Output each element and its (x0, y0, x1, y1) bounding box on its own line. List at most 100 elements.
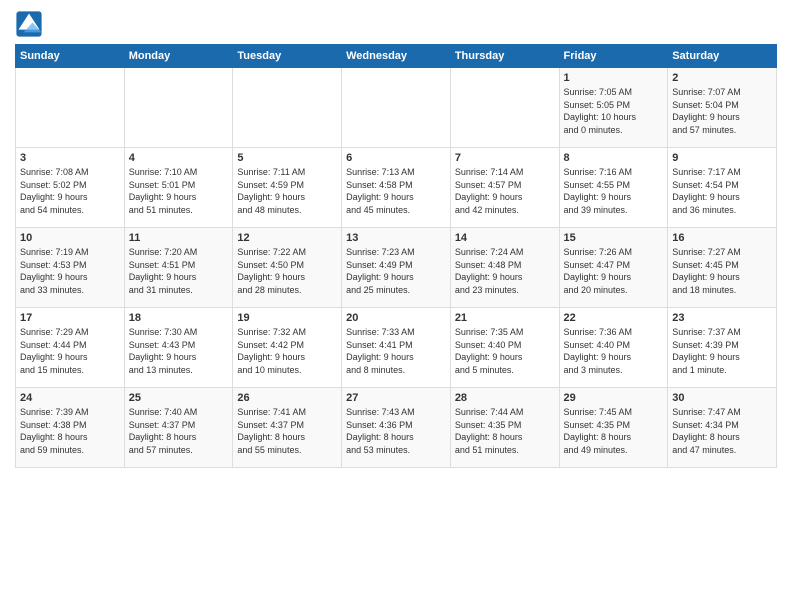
calendar-cell: 21 Sunrise: 7:35 AMSunset: 4:40 PMDayligh… (450, 308, 559, 388)
calendar-cell: 29 Sunrise: 7:45 AMSunset: 4:35 PMDayligh… (559, 388, 668, 468)
calendar-cell: 20 Sunrise: 7:33 AMSunset: 4:41 PMDayligh… (342, 308, 451, 388)
calendar-cell: 30 Sunrise: 7:47 AMSunset: 4:34 PMDayligh… (668, 388, 777, 468)
logo (15, 10, 47, 38)
day-number: 24 (20, 392, 120, 404)
day-detail: Sunrise: 7:32 AMSunset: 4:42 PMDaylight:… (237, 326, 337, 376)
calendar-cell: 12 Sunrise: 7:22 AMSunset: 4:50 PMDayligh… (233, 228, 342, 308)
calendar-cell: 4 Sunrise: 7:10 AMSunset: 5:01 PMDaylight… (124, 148, 233, 228)
day-detail: Sunrise: 7:17 AMSunset: 4:54 PMDaylight:… (672, 166, 772, 216)
logo-icon (15, 10, 43, 38)
calendar-cell: 16 Sunrise: 7:27 AMSunset: 4:45 PMDayligh… (668, 228, 777, 308)
day-detail: Sunrise: 7:19 AMSunset: 4:53 PMDaylight:… (20, 246, 120, 296)
col-header-saturday: Saturday (668, 45, 777, 68)
calendar-cell (16, 68, 125, 148)
calendar-cell: 1 Sunrise: 7:05 AMSunset: 5:05 PMDaylight… (559, 68, 668, 148)
day-detail: Sunrise: 7:10 AMSunset: 5:01 PMDaylight:… (129, 166, 229, 216)
day-detail: Sunrise: 7:33 AMSunset: 4:41 PMDaylight:… (346, 326, 446, 376)
day-detail: Sunrise: 7:07 AMSunset: 5:04 PMDaylight:… (672, 86, 772, 136)
col-header-wednesday: Wednesday (342, 45, 451, 68)
day-detail: Sunrise: 7:47 AMSunset: 4:34 PMDaylight:… (672, 406, 772, 456)
calendar-cell: 11Sunrise: 7:20 AMSunset: 4:51 PMDayligh… (124, 228, 233, 308)
day-number: 22 (564, 312, 664, 324)
calendar-cell: 9 Sunrise: 7:17 AMSunset: 4:54 PMDaylight… (668, 148, 777, 228)
col-header-tuesday: Tuesday (233, 45, 342, 68)
day-detail: Sunrise: 7:45 AMSunset: 4:35 PMDaylight:… (564, 406, 664, 456)
col-header-sunday: Sunday (16, 45, 125, 68)
calendar-cell: 14 Sunrise: 7:24 AMSunset: 4:48 PMDayligh… (450, 228, 559, 308)
day-detail: Sunrise: 7:29 AMSunset: 4:44 PMDaylight:… (20, 326, 120, 376)
calendar-cell: 25 Sunrise: 7:40 AMSunset: 4:37 PMDayligh… (124, 388, 233, 468)
calendar-cell (124, 68, 233, 148)
day-number: 19 (237, 312, 337, 324)
day-number: 29 (564, 392, 664, 404)
day-number: 20 (346, 312, 446, 324)
day-number: 27 (346, 392, 446, 404)
day-number: 14 (455, 232, 555, 244)
day-number: 16 (672, 232, 772, 244)
day-detail: Sunrise: 7:44 AMSunset: 4:35 PMDaylight:… (455, 406, 555, 456)
calendar-cell: 19 Sunrise: 7:32 AMSunset: 4:42 PMDayligh… (233, 308, 342, 388)
day-detail: Sunrise: 7:41 AMSunset: 4:37 PMDaylight:… (237, 406, 337, 456)
day-number: 18 (129, 312, 229, 324)
day-number: 25 (129, 392, 229, 404)
day-number: 7 (455, 152, 555, 164)
day-detail: Sunrise: 7:05 AMSunset: 5:05 PMDaylight:… (564, 86, 664, 136)
calendar-cell: 28 Sunrise: 7:44 AMSunset: 4:35 PMDayligh… (450, 388, 559, 468)
calendar-table: SundayMondayTuesdayWednesdayThursdayFrid… (15, 44, 777, 468)
day-detail: Sunrise: 7:35 AMSunset: 4:40 PMDaylight:… (455, 326, 555, 376)
day-number: 11 (129, 232, 229, 244)
day-number: 30 (672, 392, 772, 404)
calendar-cell: 22 Sunrise: 7:36 AMSunset: 4:40 PMDayligh… (559, 308, 668, 388)
calendar-cell: 8 Sunrise: 7:16 AMSunset: 4:55 PMDaylight… (559, 148, 668, 228)
day-number: 15 (564, 232, 664, 244)
day-detail: Sunrise: 7:27 AMSunset: 4:45 PMDaylight:… (672, 246, 772, 296)
day-number: 1 (564, 72, 664, 84)
header (15, 10, 777, 38)
day-detail: Sunrise: 7:16 AMSunset: 4:55 PMDaylight:… (564, 166, 664, 216)
calendar-cell (233, 68, 342, 148)
calendar-cell: 10 Sunrise: 7:19 AMSunset: 4:53 PMDayligh… (16, 228, 125, 308)
calendar-cell: 6 Sunrise: 7:13 AMSunset: 4:58 PMDaylight… (342, 148, 451, 228)
calendar-cell: 7 Sunrise: 7:14 AMSunset: 4:57 PMDaylight… (450, 148, 559, 228)
col-header-friday: Friday (559, 45, 668, 68)
day-number: 3 (20, 152, 120, 164)
day-detail: Sunrise: 7:40 AMSunset: 4:37 PMDaylight:… (129, 406, 229, 456)
calendar-cell: 23 Sunrise: 7:37 AMSunset: 4:39 PMDayligh… (668, 308, 777, 388)
day-detail: Sunrise: 7:36 AMSunset: 4:40 PMDaylight:… (564, 326, 664, 376)
day-number: 12 (237, 232, 337, 244)
day-detail: Sunrise: 7:11 AMSunset: 4:59 PMDaylight:… (237, 166, 337, 216)
calendar-cell: 26Sunrise: 7:41 AMSunset: 4:37 PMDayligh… (233, 388, 342, 468)
day-detail: Sunrise: 7:37 AMSunset: 4:39 PMDaylight:… (672, 326, 772, 376)
day-number: 8 (564, 152, 664, 164)
day-number: 9 (672, 152, 772, 164)
calendar-cell (450, 68, 559, 148)
calendar-cell: 3 Sunrise: 7:08 AMSunset: 5:02 PMDaylight… (16, 148, 125, 228)
day-detail: Sunrise: 7:13 AMSunset: 4:58 PMDaylight:… (346, 166, 446, 216)
col-header-thursday: Thursday (450, 45, 559, 68)
calendar-cell: 18Sunrise: 7:30 AMSunset: 4:43 PMDayligh… (124, 308, 233, 388)
calendar-cell (342, 68, 451, 148)
col-header-monday: Monday (124, 45, 233, 68)
day-detail: Sunrise: 7:26 AMSunset: 4:47 PMDaylight:… (564, 246, 664, 296)
day-detail: Sunrise: 7:23 AMSunset: 4:49 PMDaylight:… (346, 246, 446, 296)
day-detail: Sunrise: 7:24 AMSunset: 4:48 PMDaylight:… (455, 246, 555, 296)
day-number: 10 (20, 232, 120, 244)
day-number: 21 (455, 312, 555, 324)
day-number: 4 (129, 152, 229, 164)
day-number: 2 (672, 72, 772, 84)
day-number: 17 (20, 312, 120, 324)
day-number: 5 (237, 152, 337, 164)
calendar-cell: 27 Sunrise: 7:43 AMSunset: 4:36 PMDayligh… (342, 388, 451, 468)
day-number: 6 (346, 152, 446, 164)
day-detail: Sunrise: 7:14 AMSunset: 4:57 PMDaylight:… (455, 166, 555, 216)
day-detail: Sunrise: 7:22 AMSunset: 4:50 PMDaylight:… (237, 246, 337, 296)
calendar-cell: 2 Sunrise: 7:07 AMSunset: 5:04 PMDaylight… (668, 68, 777, 148)
calendar-cell: 5 Sunrise: 7:11 AMSunset: 4:59 PMDaylight… (233, 148, 342, 228)
day-detail: Sunrise: 7:08 AMSunset: 5:02 PMDaylight:… (20, 166, 120, 216)
day-detail: Sunrise: 7:43 AMSunset: 4:36 PMDaylight:… (346, 406, 446, 456)
day-detail: Sunrise: 7:39 AMSunset: 4:38 PMDaylight:… (20, 406, 120, 456)
calendar-cell: 15 Sunrise: 7:26 AMSunset: 4:47 PMDayligh… (559, 228, 668, 308)
calendar-cell: 17 Sunrise: 7:29 AMSunset: 4:44 PMDayligh… (16, 308, 125, 388)
day-number: 28 (455, 392, 555, 404)
day-number: 23 (672, 312, 772, 324)
